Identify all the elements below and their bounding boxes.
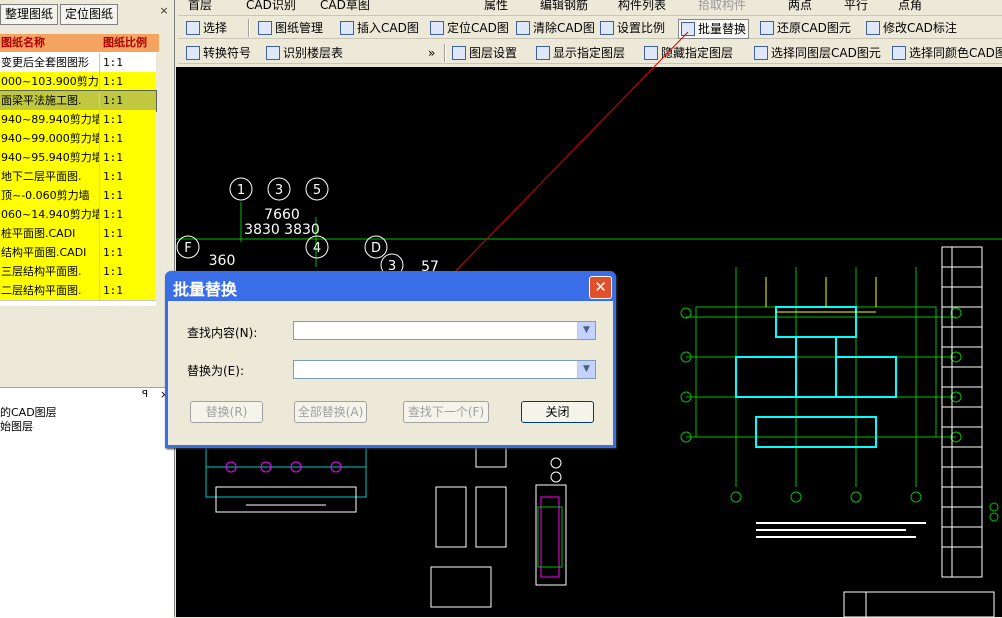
dialog-title: 批量替换 — [173, 280, 238, 299]
dialog-body: 查找内容(N): ▼ 替换为(E): ▼ 替换(R) 全部替换(A) 查找下一个… — [168, 301, 613, 445]
find-next-button[interactable]: 查找下一个(F) — [403, 401, 489, 423]
find-label: 查找内容(N): — [187, 326, 258, 340]
replace-button[interactable]: 替换(R) — [190, 401, 263, 423]
chevron-down-icon[interactable]: ▼ — [577, 322, 595, 339]
batch-replace-dialog: 批量替换 ✕ 查找内容(N): ▼ 替换为(E): ▼ 替换(R) 全部替换(A… — [165, 271, 616, 448]
dialog-close-icon[interactable]: ✕ — [589, 276, 612, 299]
replace-combo[interactable]: ▼ — [293, 360, 596, 379]
replace-all-button[interactable]: 全部替换(A) — [294, 401, 367, 423]
chevron-down-icon[interactable]: ▼ — [577, 361, 595, 378]
replace-label: 替换为(E): — [187, 364, 244, 378]
find-combo[interactable]: ▼ — [293, 321, 596, 340]
find-input[interactable] — [296, 323, 576, 338]
replace-input[interactable] — [296, 362, 576, 377]
close-button[interactable]: 关闭 — [521, 401, 594, 423]
